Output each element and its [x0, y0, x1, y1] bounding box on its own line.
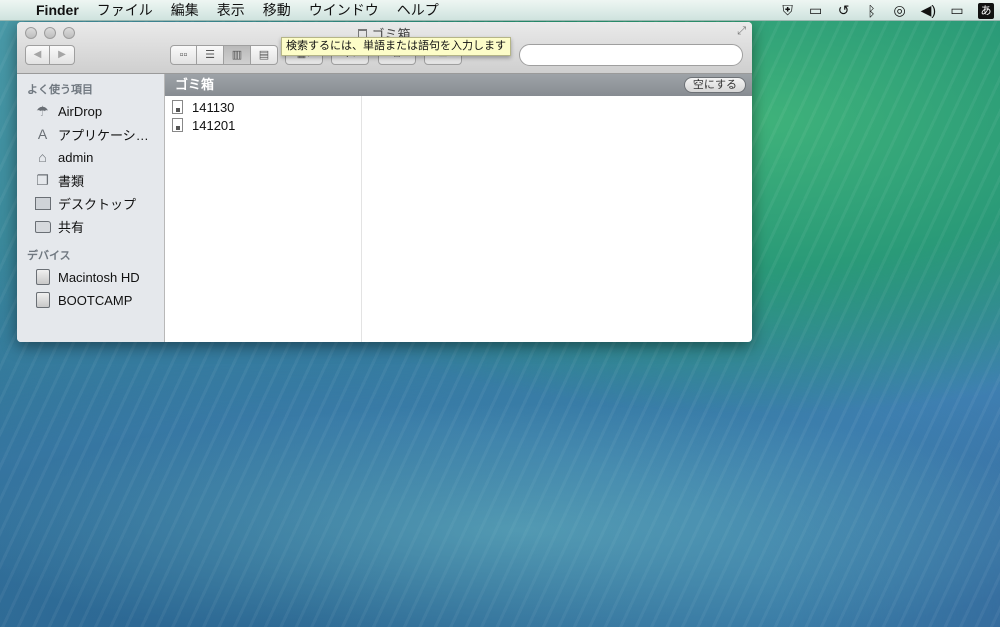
list-view-button[interactable]: ☰ — [197, 45, 224, 65]
sidebar-item-label: Macintosh HD — [58, 270, 140, 285]
menu-window[interactable]: ウインドウ — [309, 0, 379, 20]
sidebar-item-label: BOOTCAMP — [58, 293, 133, 308]
volume-icon[interactable]: ◀) — [921, 2, 936, 19]
menu-app-finder[interactable]: Finder — [36, 2, 79, 18]
sidebar-item-shared[interactable]: 共有 — [17, 215, 164, 238]
document-icon — [172, 100, 183, 114]
wifi-icon[interactable]: ◎ — [893, 2, 907, 19]
sidebar-item-macintosh-hd[interactable]: Macintosh HD — [17, 266, 164, 289]
finder-window: ゴミ箱 ⤢ ◀ ▶ ▫▫ ☰ ▥ ▤ ▦▾ ✲▾ □ ▭ よく使う項目 ☂ Ai… — [17, 22, 752, 342]
status-menus: ⛨ ▭ ↺ ᛒ ◎ ◀) ▭ あ — [781, 0, 994, 21]
column-1[interactable]: 141130 141201 — [165, 96, 362, 342]
column-view-button[interactable]: ▥ — [224, 45, 251, 65]
sidebar-item-label: デスクトップ — [58, 197, 137, 212]
battery-icon[interactable]: ▭ — [950, 2, 964, 19]
search-input[interactable] — [519, 44, 743, 66]
trash-header: ゴミ箱 空にする — [165, 74, 752, 96]
fullscreen-icon[interactable]: ⤢ — [737, 25, 746, 38]
disk-icon — [34, 269, 51, 286]
main-content: ゴミ箱 空にする 141130 141201 — [165, 74, 752, 342]
sidebar-item-admin[interactable]: ⌂ admin — [17, 146, 164, 169]
sidebar-item-documents[interactable]: ❐ 書類 — [17, 169, 164, 192]
sidebar-item-applications[interactable]: A アプリケーシ… — [17, 123, 164, 146]
sidebar-item-label: アプリケーシ… — [58, 128, 149, 143]
column-2[interactable] — [362, 96, 752, 342]
menu-view[interactable]: 表示 — [217, 0, 245, 20]
sidebar-header-favorites: よく使う項目 — [27, 84, 93, 96]
coverflow-view-button[interactable]: ▤ — [251, 45, 278, 65]
airdrop-icon: ☂ — [36, 103, 49, 119]
antivirus-icon[interactable]: ⛨ — [781, 2, 795, 19]
menu-file[interactable]: ファイル — [97, 0, 153, 20]
empty-trash-button[interactable]: 空にする — [683, 77, 746, 93]
bluetooth-icon[interactable]: ᛒ — [865, 3, 879, 19]
menu-go[interactable]: 移動 — [263, 0, 291, 20]
applications-icon: A — [37, 126, 48, 142]
search-tooltip: 検索するには、単語または語句を入力します — [281, 37, 511, 56]
home-icon: ⌂ — [38, 149, 47, 165]
sidebar: よく使う項目 ☂ AirDrop A アプリケーシ… ⌂ admin ❐ 書類 … — [17, 74, 165, 342]
documents-icon: ❐ — [36, 172, 49, 188]
file-name: 141130 — [192, 99, 235, 115]
forward-button[interactable]: ▶ — [50, 45, 75, 65]
nav-buttons: ◀ ▶ — [25, 45, 75, 65]
menu-bar: Finder ファイル 編集 表示 移動 ウインドウ ヘルプ ⛨ ▭ ↺ ᛒ ◎… — [0, 0, 1000, 21]
menu-edit[interactable]: 編集 — [171, 0, 199, 20]
document-icon — [172, 118, 183, 132]
view-buttons: ▫▫ ☰ ▥ ▤ — [170, 45, 278, 65]
time-machine-icon[interactable]: ↺ — [837, 2, 851, 19]
icon-view-button[interactable]: ▫▫ — [170, 45, 197, 65]
file-name: 141201 — [192, 117, 236, 133]
sidebar-item-desktop[interactable]: デスクトップ — [17, 192, 164, 215]
list-item[interactable]: 141201 — [165, 116, 361, 134]
sidebar-item-label: 書類 — [58, 174, 85, 189]
sidebar-item-label: admin — [58, 150, 94, 165]
list-item[interactable]: 141130 — [165, 98, 361, 116]
menu-help[interactable]: ヘルプ — [397, 0, 439, 20]
input-method-icon[interactable]: あ — [978, 2, 994, 19]
window-body: よく使う項目 ☂ AirDrop A アプリケーシ… ⌂ admin ❐ 書類 … — [17, 74, 752, 342]
desktop-icon — [34, 195, 51, 212]
sidebar-header-devices: デバイス — [27, 250, 71, 262]
sidebar-item-bootcamp[interactable]: BOOTCAMP — [17, 289, 164, 312]
airplay-icon[interactable]: ▭ — [809, 2, 823, 19]
disk-icon — [34, 292, 51, 309]
trash-header-title: ゴミ箱 — [175, 77, 215, 92]
folder-icon — [34, 218, 51, 235]
sidebar-item-airdrop[interactable]: ☂ AirDrop — [17, 100, 164, 123]
sidebar-item-label: AirDrop — [58, 104, 103, 119]
column-browser: 141130 141201 — [165, 96, 752, 342]
sidebar-item-label: 共有 — [58, 220, 85, 235]
back-button[interactable]: ◀ — [25, 45, 50, 65]
